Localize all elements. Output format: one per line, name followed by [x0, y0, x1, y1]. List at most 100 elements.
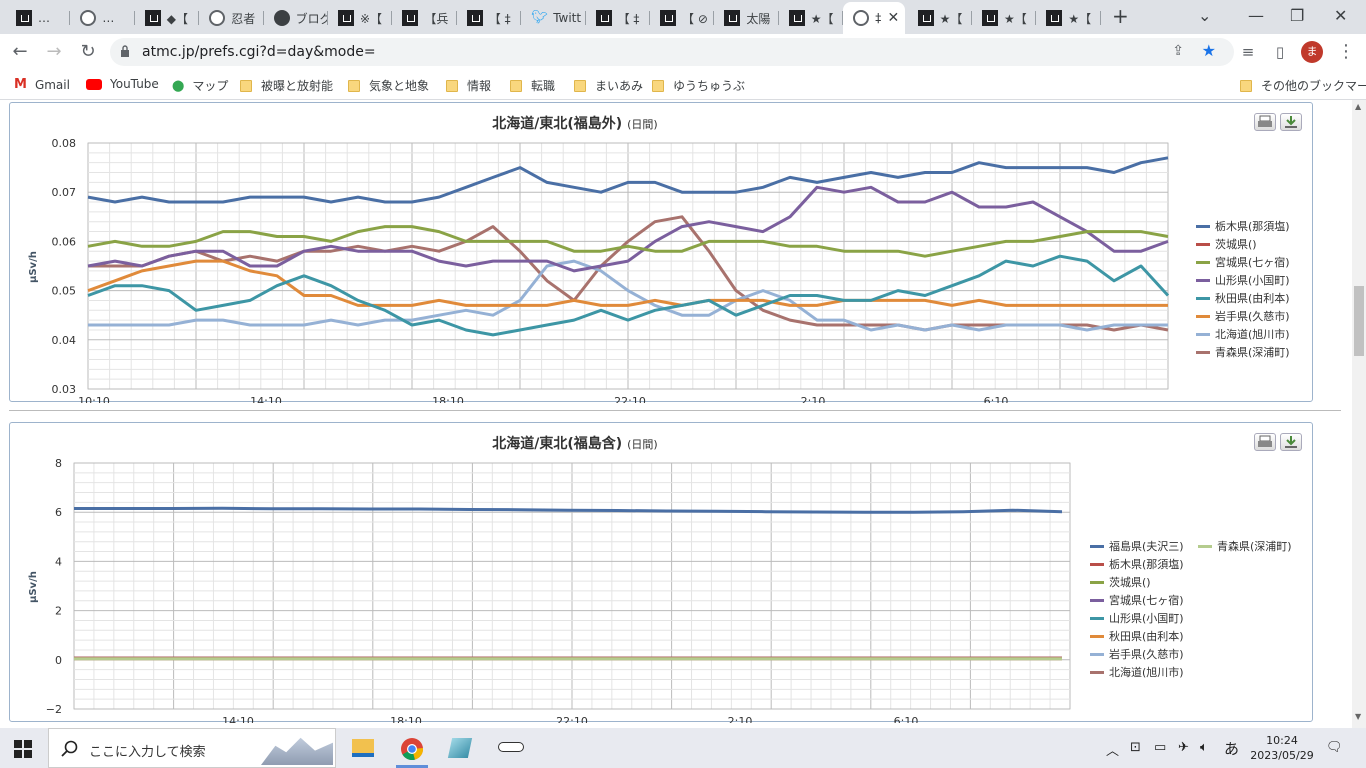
tab-11[interactable]: 太陽 [714, 4, 779, 32]
download-button[interactable] [1280, 433, 1302, 451]
tab-13[interactable]: ‡ ✕ [843, 2, 906, 34]
back-button[interactable]: ← [8, 40, 32, 64]
scrollbar-up-arrow[interactable]: ▲ [1355, 102, 1361, 111]
print-button[interactable] [1254, 113, 1276, 131]
clock[interactable]: 10:24 2023/05/29 [1250, 733, 1314, 763]
profile-avatar[interactable]: ま [1301, 41, 1323, 63]
scrollbar-thumb[interactable] [1354, 286, 1364, 356]
legend-item[interactable]: 栃木県(那須塩) [1090, 555, 1184, 573]
legend-item[interactable]: 山形県(小国町) [1196, 271, 1290, 289]
new-tab-button[interactable]: + [1112, 4, 1129, 28]
tab-15[interactable]: ★【 [972, 4, 1037, 32]
bookmark-4[interactable]: 気象と地象 [348, 77, 429, 94]
legend-item[interactable]: 青森県(深浦町) [1198, 537, 1292, 555]
tab-8[interactable]: 🐦︎ Twitt [521, 4, 586, 32]
close-window-button[interactable]: ✕ [1334, 6, 1347, 25]
maximize-button[interactable]: ❐ [1290, 6, 1304, 25]
tab-5[interactable]: ※【 [328, 4, 393, 32]
tab-9[interactable]: 【 ‡ [586, 4, 650, 32]
windows-start-icon[interactable] [14, 740, 32, 758]
folder-icon [240, 79, 252, 92]
tab-6[interactable]: 【兵 [392, 4, 457, 32]
file-explorer-icon[interactable] [352, 739, 374, 757]
x-tick-label: 18:10 [390, 715, 422, 723]
app-icon-2[interactable] [498, 742, 524, 752]
tab-7[interactable]: 【 ‡ [457, 4, 522, 32]
forward-button[interactable]: → [42, 40, 66, 64]
legend-swatch [1196, 242, 1210, 246]
print-button[interactable] [1254, 433, 1276, 451]
bookmark-star-icon[interactable]: ★ [1202, 41, 1216, 60]
y-tick-label: 6 [55, 506, 62, 519]
legend-item[interactable]: 岩手県(久慈市) [1196, 307, 1290, 325]
legend-item[interactable]: 茨城県() [1090, 573, 1151, 591]
x-tick-label: 10:10 [78, 395, 110, 403]
tab-1[interactable]: … [70, 4, 135, 32]
legend-item[interactable]: 栃木県(那須塩) [1196, 217, 1290, 235]
chrome-icon[interactable] [400, 737, 424, 761]
tab-0[interactable]: … [6, 4, 71, 32]
folder-icon [510, 79, 522, 92]
bookmark-7[interactable]: まいあみ [574, 77, 643, 94]
legend-label: 北海道(旭川市) [1215, 328, 1290, 341]
legend-item[interactable]: 北海道(旭川市) [1196, 325, 1290, 343]
tab-10[interactable]: 【 ⊘ [650, 4, 715, 32]
search-highlight-image [261, 737, 333, 765]
address-bar[interactable]: atmc.jp/prefs.cgi?d=day&mode= ⇪ ★ [110, 38, 1234, 66]
bookmark-2[interactable]: ⬤ マップ [172, 77, 228, 94]
close-tab-icon[interactable]: ✕ [887, 10, 899, 26]
legend-item[interactable]: 秋田県(由利本) [1196, 289, 1290, 307]
legend-item[interactable]: 宮城県(七ヶ宿) [1090, 591, 1184, 609]
app-icon[interactable] [447, 738, 473, 758]
volume-icon[interactable]: 🔈︎ [1200, 740, 1208, 755]
share-icon[interactable]: ⇪ [1172, 43, 1184, 59]
tab-label: 【 ‡ [488, 11, 511, 26]
legend-item[interactable]: 青森県(深浦町) [1196, 343, 1290, 361]
tab-14[interactable]: ★【 [908, 4, 972, 32]
ime-indicator[interactable]: あ [1224, 738, 1239, 759]
reload-button[interactable]: ↻ [76, 40, 100, 64]
bookmark-1[interactable]: YouTube [86, 77, 159, 91]
bookmark-5[interactable]: 情報 [446, 77, 491, 94]
side-panel-icon[interactable]: ▯ [1268, 40, 1292, 64]
tab-label: 太陽 [746, 11, 771, 26]
tab-16[interactable]: ★【 [1036, 4, 1101, 32]
tab-label: 【兵 [424, 11, 449, 26]
bookmark-6[interactable]: 転職 [510, 77, 555, 94]
tab-4[interactable]: ブログ [264, 4, 328, 32]
tab-3[interactable]: 忍者 [199, 4, 264, 32]
legend-item[interactable]: 岩手県(久慈市) [1090, 645, 1184, 663]
bookmark-3[interactable]: 被曝と放射能 [240, 77, 333, 94]
minimize-button[interactable]: — [1248, 6, 1264, 25]
y-tick-label: 4 [55, 555, 62, 568]
legend-item[interactable]: 茨城県() [1196, 235, 1290, 253]
tab-label: ★【 [939, 11, 963, 26]
network-icon[interactable]: ⊡ [1130, 740, 1141, 755]
x-tick-label: 2:10 [801, 395, 826, 403]
battery-icon[interactable]: ▭ [1154, 740, 1166, 755]
download-button[interactable] [1280, 113, 1302, 131]
tab-2[interactable]: ◆【 [135, 4, 200, 32]
tab-12[interactable]: ★【 [779, 4, 844, 32]
menu-icon[interactable]: ⋮ [1334, 40, 1358, 64]
airplane-icon[interactable]: ✈ [1178, 740, 1189, 755]
other-bookmarks[interactable]: その他のブックマーク [1240, 77, 1366, 94]
tray-overflow-icon[interactable]: ︿ [1106, 740, 1119, 759]
legend-item[interactable]: 北海道(旭川市) [1090, 663, 1184, 681]
taskbar-search-box[interactable]: ここに入力して検索 [48, 728, 336, 768]
legend-item[interactable]: 福島県(夫沢三) [1090, 537, 1184, 555]
legend-item[interactable]: 宮城県(七ヶ宿) [1196, 253, 1290, 271]
reading-list-icon[interactable]: ≡ [1236, 40, 1260, 64]
search-placeholder: ここに入力して検索 [89, 745, 206, 760]
page-scrollbar[interactable]: ▲ ▼ [1352, 100, 1366, 728]
tab-search-icon[interactable]: ⌄ [1198, 6, 1211, 25]
tab-separator [1099, 11, 1101, 25]
legend-item[interactable]: 山形県(小国町) [1090, 609, 1184, 627]
bookmark-0[interactable]: M Gmail [14, 77, 70, 92]
notifications-icon[interactable]: 🗨︎ [1326, 740, 1343, 755]
bookmark-8[interactable]: ゆうちゅうぶ [652, 77, 745, 94]
scrollbar-down-arrow[interactable]: ▼ [1355, 712, 1361, 721]
legend-item[interactable]: 秋田県(由利本) [1090, 627, 1184, 645]
chart-panel-fukushima-excluded: 北海道/東北(福島外) (日間) μSv/h 0.08 0.07 0.06 0.05 0… [9, 102, 1313, 403]
url-text[interactable]: atmc.jp/prefs.cgi?d=day&mode= [142, 44, 376, 60]
